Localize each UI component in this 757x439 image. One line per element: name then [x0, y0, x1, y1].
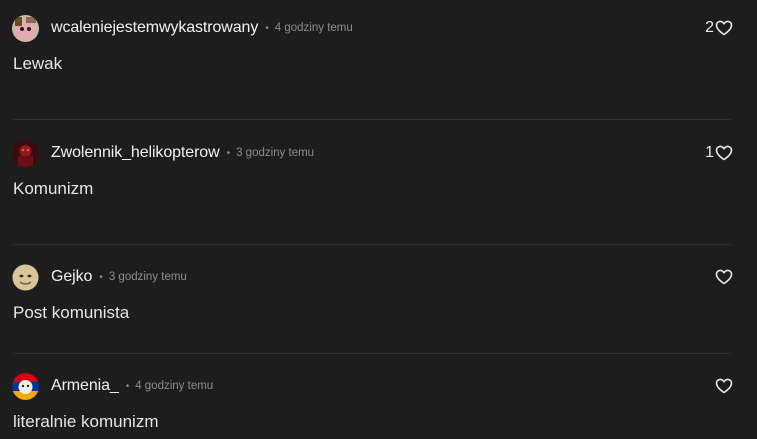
- separator-dot: •: [99, 271, 103, 283]
- divider: [13, 119, 731, 120]
- username[interactable]: Gejko: [51, 268, 92, 286]
- timestamp: 3 godziny temu: [236, 147, 315, 159]
- timestamp: 3 godziny temu: [108, 271, 187, 283]
- heart-icon[interactable]: [715, 145, 733, 161]
- heart-icon[interactable]: [715, 20, 733, 36]
- comment-header: Armenia_ • 4 godziny temu: [12, 371, 213, 401]
- username[interactable]: Zwolennik_helikopterow: [51, 144, 220, 162]
- like-button[interactable]: [714, 375, 733, 397]
- comment-header: Zwolennik_helikopterow • 3 godziny temu: [12, 138, 314, 168]
- timestamp: 4 godziny temu: [135, 380, 214, 392]
- comment-item: Zwolennik_helikopterow • 3 godziny temu …: [0, 138, 757, 238]
- separator-dot: •: [226, 147, 231, 159]
- comment-header: Gejko • 3 godziny temu: [12, 262, 187, 292]
- comment-header: wcaleniejestemwykastrowany • 4 godziny t…: [12, 13, 353, 43]
- like-count: 1: [705, 144, 714, 161]
- separator-dot: •: [125, 380, 130, 392]
- divider: [13, 353, 731, 354]
- like-count: 2: [705, 19, 714, 36]
- comment-list: wcaleniejestemwykastrowany • 4 godziny t…: [0, 0, 757, 439]
- username[interactable]: Armenia_: [51, 377, 119, 395]
- heart-icon[interactable]: [715, 378, 733, 394]
- separator-dot: •: [265, 22, 269, 34]
- comment-text: Post komunista: [13, 303, 130, 322]
- heart-icon[interactable]: [715, 269, 733, 285]
- comment-item: Gejko • 3 godziny temu Post komunista: [0, 262, 757, 352]
- avatar[interactable]: [12, 263, 39, 291]
- like-button[interactable]: [714, 266, 733, 288]
- avatar[interactable]: [12, 14, 39, 42]
- username[interactable]: wcaleniejestemwykastrowany: [51, 19, 258, 37]
- comment-item: wcaleniejestemwykastrowany • 4 godziny t…: [0, 13, 757, 113]
- divider: [13, 244, 731, 245]
- like-button[interactable]: 1: [705, 142, 733, 164]
- comment-item: Armenia_ • 4 godziny temu literalnie kom…: [0, 371, 757, 439]
- avatar[interactable]: [12, 372, 39, 400]
- comment-text: literalnie komunizm: [13, 412, 159, 431]
- timestamp: 4 godziny temu: [274, 22, 353, 34]
- avatar[interactable]: [12, 139, 39, 167]
- like-button[interactable]: 2: [705, 17, 733, 39]
- comment-text: Komunizm: [13, 179, 94, 198]
- comment-text: Lewak: [13, 54, 63, 73]
